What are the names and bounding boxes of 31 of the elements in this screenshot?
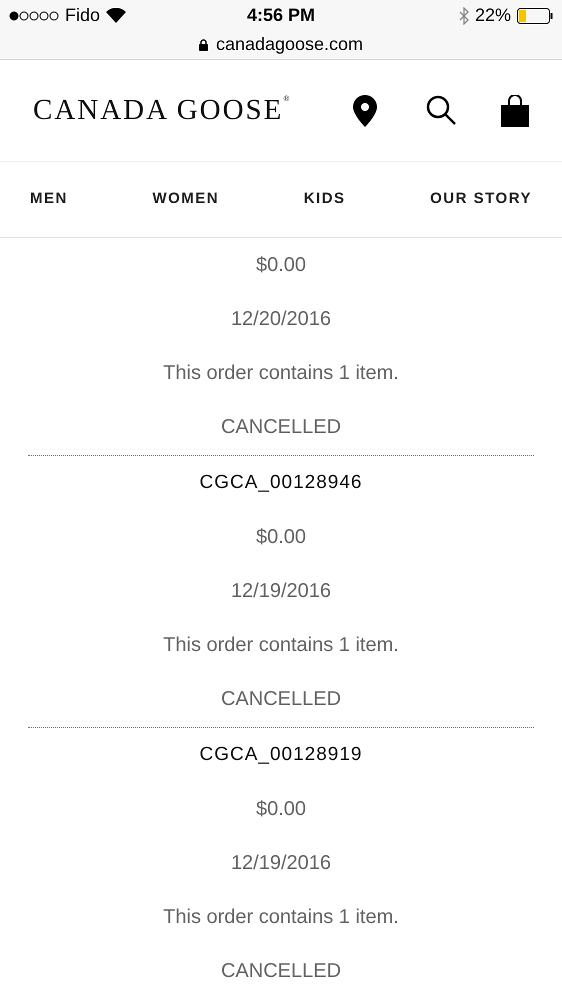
battery-percent: 22% bbox=[474, 4, 511, 27]
order-total: $0.00 bbox=[256, 797, 306, 822]
location-pin-icon[interactable] bbox=[353, 94, 377, 126]
battery-icon bbox=[517, 8, 553, 24]
order-number[interactable]: CGCA_00128919 bbox=[200, 728, 362, 782]
url-text[interactable]: canadagoose.com bbox=[216, 31, 364, 58]
order-summary: This order contains 1 item. bbox=[163, 361, 399, 386]
nav-link[interactable]: OUR STORY bbox=[430, 188, 532, 211]
order-date: 12/20/2016 bbox=[230, 307, 332, 332]
order-date: 12/19/2016 bbox=[230, 851, 332, 876]
wifi-icon bbox=[106, 8, 126, 23]
shopping-bag-icon[interactable] bbox=[501, 94, 529, 126]
order-date: 12/19/2016 bbox=[230, 579, 332, 604]
order-status: CANCELLED bbox=[220, 415, 342, 440]
bluetooth-icon bbox=[458, 6, 469, 24]
lock-icon bbox=[198, 38, 208, 50]
order-total: $0.00 bbox=[256, 253, 306, 278]
order-summary: This order contains 1 item. bbox=[163, 633, 399, 658]
nav-link[interactable]: WOMEN bbox=[152, 188, 220, 211]
signal-icon bbox=[9, 10, 59, 20]
order-total: $0.00 bbox=[256, 525, 306, 550]
order-status: CANCELLED bbox=[220, 959, 342, 984]
logo[interactable]: CANADA GOOSE® bbox=[33, 88, 292, 132]
order-summary: This order contains 1 item. bbox=[163, 905, 399, 930]
order-status: CANCELLED bbox=[220, 687, 342, 712]
nav-link[interactable]: MEN bbox=[30, 188, 68, 211]
clock: 4:56 PM bbox=[246, 4, 316, 27]
order-number[interactable]: CGCA_00128946 bbox=[200, 456, 362, 510]
search-icon[interactable] bbox=[426, 95, 457, 126]
nav-link[interactable]: KIDS bbox=[304, 188, 346, 211]
carrier-name: Fido bbox=[65, 4, 100, 27]
